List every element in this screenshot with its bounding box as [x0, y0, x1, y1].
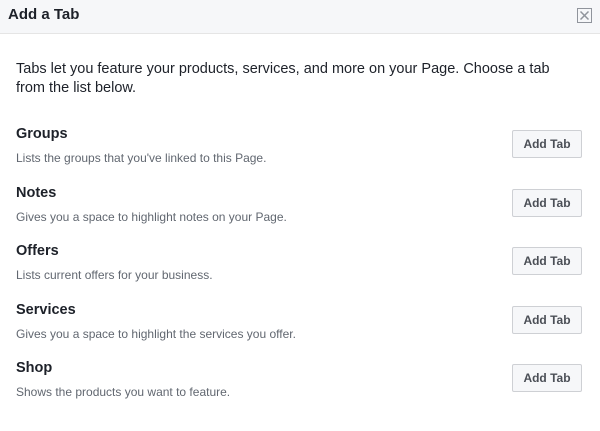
tab-item-groups: Groups Lists the groups that you've link… — [16, 124, 584, 183]
tab-description: Lists current offers for your business. — [16, 268, 213, 282]
close-icon[interactable] — [577, 8, 592, 23]
dialog-intro-text: Tabs let you feature your products, serv… — [16, 61, 550, 96]
tab-description: Gives you a space to highlight notes on … — [16, 209, 287, 224]
tab-item-notes: Notes Gives you a space to highlight not… — [16, 183, 584, 242]
add-tab-button-offers[interactable]: Add Tab — [512, 247, 582, 275]
add-tab-button-notes[interactable]: Add Tab — [512, 188, 582, 217]
dialog-title: Add a Tab — [8, 6, 80, 23]
add-tab-dialog: Add a Tab Tabs let you feature your prod… — [0, 0, 600, 431]
tab-name: Services — [16, 301, 76, 318]
tab-description: Lists the groups that you've linked to t… — [16, 151, 267, 165]
tab-description: Shows the products you want to feature. — [16, 385, 231, 399]
tab-name: Notes — [16, 184, 57, 201]
tab-name: Groups — [16, 126, 68, 142]
tab-item-shop: Shop Shows the products you want to feat… — [16, 358, 584, 417]
tab-description: Gives you a space to highlight the servi… — [16, 326, 296, 341]
add-tab-button-shop[interactable]: Add Tab — [512, 364, 582, 392]
tab-list: Groups Lists the groups that you've link… — [16, 124, 584, 417]
tab-item-offers: Offers Lists current offers for your bus… — [16, 241, 584, 300]
tab-name: Offers — [16, 243, 59, 259]
dialog-header: Add a Tab — [0, 0, 600, 34]
add-tab-button-services[interactable]: Add Tab — [512, 305, 582, 334]
add-tab-button-groups[interactable]: Add Tab — [512, 130, 582, 158]
tab-name: Shop — [16, 360, 53, 376]
tab-item-services: Services Gives you a space to highlight … — [16, 300, 584, 359]
